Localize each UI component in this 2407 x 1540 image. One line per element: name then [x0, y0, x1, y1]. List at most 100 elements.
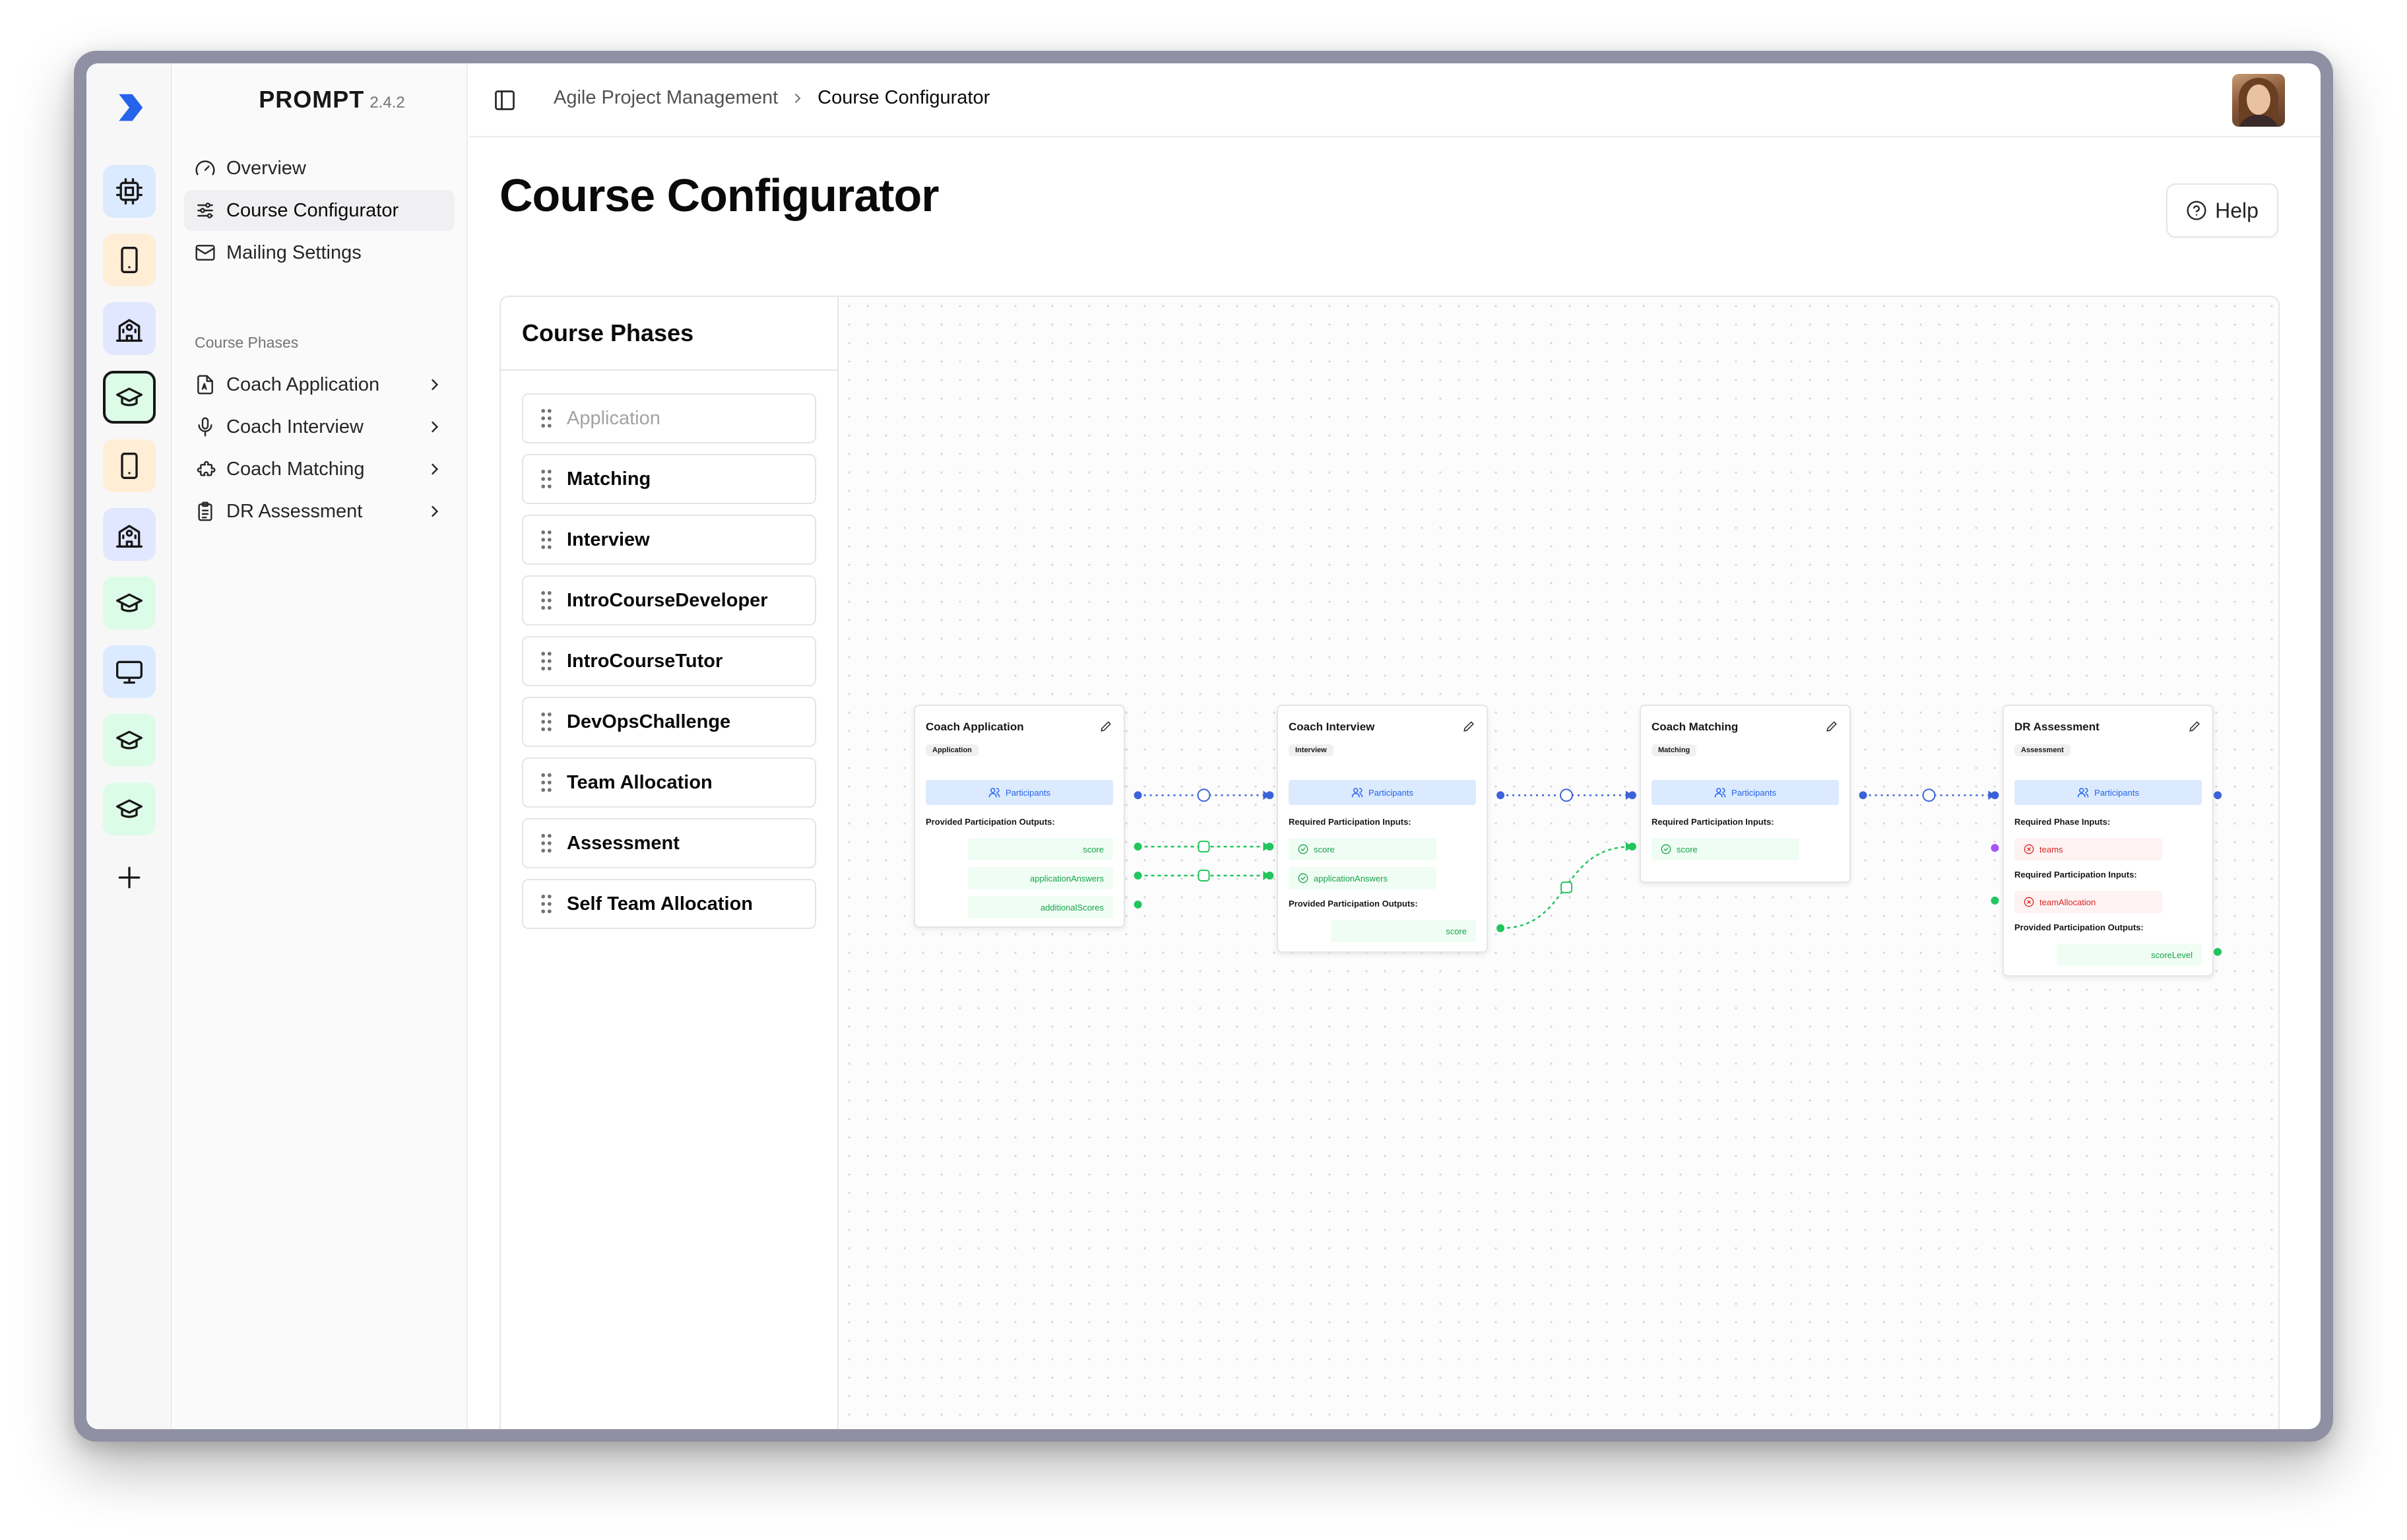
output-score: score [1331, 920, 1476, 942]
participants-label: Participants [2094, 787, 2139, 798]
grip-vertical-icon[interactable] [539, 772, 554, 793]
grip-vertical-icon[interactable] [539, 408, 554, 429]
nav-phase-coach-matching[interactable]: Coach Matching [184, 449, 455, 490]
participants-label: Participants [1731, 787, 1776, 798]
required-inputs-label: Required Participation Inputs: [2014, 870, 2137, 880]
course-button-cap-2[interactable] [103, 577, 156, 629]
school-icon [116, 319, 143, 342]
user-avatar[interactable] [2232, 74, 2285, 127]
grip-vertical-icon[interactable] [539, 590, 554, 611]
grip-vertical-icon[interactable] [539, 529, 554, 550]
handle-out-3 [1859, 791, 1867, 800]
phase-list-item[interactable]: IntroCourseTutor [522, 636, 816, 686]
phase-list-item-label: DevOpsChallenge [567, 711, 731, 732]
phase-list-item[interactable]: IntroCourseDeveloper [522, 575, 816, 626]
phase-list-item[interactable]: Interview [522, 515, 816, 565]
help-button[interactable]: Help [2166, 183, 2278, 238]
node-coach-interview[interactable]: Coach Interview Interview Participants R… [1277, 705, 1488, 953]
nav-item-course-configurator[interactable]: Course Configurator [184, 190, 455, 231]
chevron-right-icon [432, 379, 439, 391]
phase-list-item-label: IntroCourseDeveloper [567, 589, 768, 611]
users-icon [2077, 788, 2089, 798]
add-course-button[interactable] [103, 851, 156, 904]
grip-vertical-icon[interactable] [539, 711, 554, 732]
phase-list-item-label: Team Allocation [567, 771, 713, 793]
file-icon [197, 375, 213, 395]
help-button-label: Help [2215, 198, 2259, 222]
course-button-cap-3[interactable] [103, 714, 156, 767]
output-label: score [1083, 844, 1104, 854]
course-button-active[interactable] [103, 371, 156, 424]
nav-phase-label: Coach Matching [226, 458, 365, 480]
input-label: teamAllocation [2039, 897, 2096, 907]
node-type-badge: Assessment [2014, 744, 2070, 756]
check-circle-icon [1298, 844, 1308, 854]
check-circle-icon [1661, 844, 1671, 854]
sidebar-toggle-icon[interactable] [493, 88, 517, 112]
grip-vertical-icon[interactable] [539, 893, 554, 914]
provided-outputs-label: Provided Participation Outputs: [1289, 899, 1418, 909]
node-coach-matching[interactable]: Coach Matching Matching Participants Req… [1640, 705, 1851, 883]
phase-list: Course Phases Application Matching Intervi… [501, 297, 839, 1429]
phase-list-item[interactable]: Assessment [522, 818, 816, 868]
output-score: score [968, 838, 1113, 860]
tablet-icon [121, 247, 138, 273]
prompt-logo-icon[interactable] [112, 90, 147, 125]
course-button-monitor[interactable] [103, 645, 156, 698]
chevron-right-icon [432, 505, 439, 517]
output-additional-scores: additionalScores [968, 896, 1113, 918]
gauge-icon [195, 160, 215, 176]
app-name: PROMPT [259, 86, 365, 113]
clipboard-icon [198, 501, 212, 521]
course-button-cpu[interactable] [103, 165, 156, 218]
phase-list-item[interactable]: Self Team Allocation [522, 879, 816, 929]
course-button-tablet[interactable] [103, 234, 156, 286]
cpu-icon [116, 178, 143, 205]
phase-list-item[interactable]: Matching [522, 454, 816, 504]
course-button-school-2[interactable] [103, 508, 156, 561]
phase-list-header: Course Phases [501, 297, 837, 371]
mail-icon [195, 245, 215, 261]
pencil-icon[interactable] [2189, 721, 2200, 732]
input-label: applicationAnswers [1314, 873, 1388, 883]
app-version: 2.4.2 [369, 94, 405, 112]
output-label: applicationAnswers [1029, 873, 1104, 883]
nav-phase-coach-application[interactable]: Coach Application [184, 364, 455, 405]
phase-list-item[interactable]: DevOpsChallenge [522, 697, 816, 747]
grip-vertical-icon[interactable] [539, 468, 554, 490]
course-button-cap-4[interactable] [103, 783, 156, 835]
nav-phase-dr-assessment[interactable]: DR Assessment [184, 491, 455, 532]
course-button-school[interactable] [103, 302, 156, 355]
required-inputs-label: Required Participation Inputs: [1289, 817, 1411, 827]
handle-out-1 [1134, 791, 1142, 800]
pencil-icon[interactable] [1826, 721, 1838, 732]
pencil-icon[interactable] [1100, 721, 1112, 732]
phase-list-item[interactable]: Team Allocation [522, 757, 816, 808]
grip-vertical-icon[interactable] [539, 651, 554, 672]
flow-canvas[interactable]: Coach Application Application Participan… [840, 297, 2278, 1429]
node-type-badge: Matching [1652, 744, 1697, 756]
phase-list-item[interactable]: Application [522, 393, 816, 443]
handle-out-2 [1496, 791, 1505, 800]
output-score-level: scoreLevel [2057, 944, 2202, 966]
x-circle-icon [2024, 897, 2034, 907]
mic-icon [198, 417, 212, 437]
pencil-icon[interactable] [1463, 721, 1475, 732]
school-icon [116, 525, 143, 548]
nav-phase-coach-interview[interactable]: Coach Interview [184, 406, 455, 447]
grip-vertical-icon[interactable] [539, 833, 554, 854]
node-dr-assessment[interactable]: DR Assessment Assessment Participants Re… [2003, 705, 2214, 977]
nav-item-overview[interactable]: Overview [184, 148, 455, 189]
breadcrumb-parent[interactable]: Agile Project Management [554, 87, 778, 109]
brand: PROMPT 2.4.2 [259, 86, 404, 113]
course-button-tablet-2[interactable] [103, 439, 156, 492]
app-screen: PROMPT 2.4.2 Overview Course Configurato… [86, 63, 2321, 1429]
provided-outputs-label: Provided Participation Outputs: [2014, 922, 2144, 932]
nav-item-label: Mailing Settings [226, 241, 362, 263]
page-title: Course Configurator [499, 170, 939, 221]
participants-label: Participants [1006, 787, 1050, 798]
nav-item-label: Overview [226, 157, 306, 179]
node-coach-application[interactable]: Coach Application Application Participan… [914, 705, 1125, 928]
phase-list-item-label: Matching [567, 468, 651, 490]
nav-item-mailing-settings[interactable]: Mailing Settings [184, 232, 455, 273]
